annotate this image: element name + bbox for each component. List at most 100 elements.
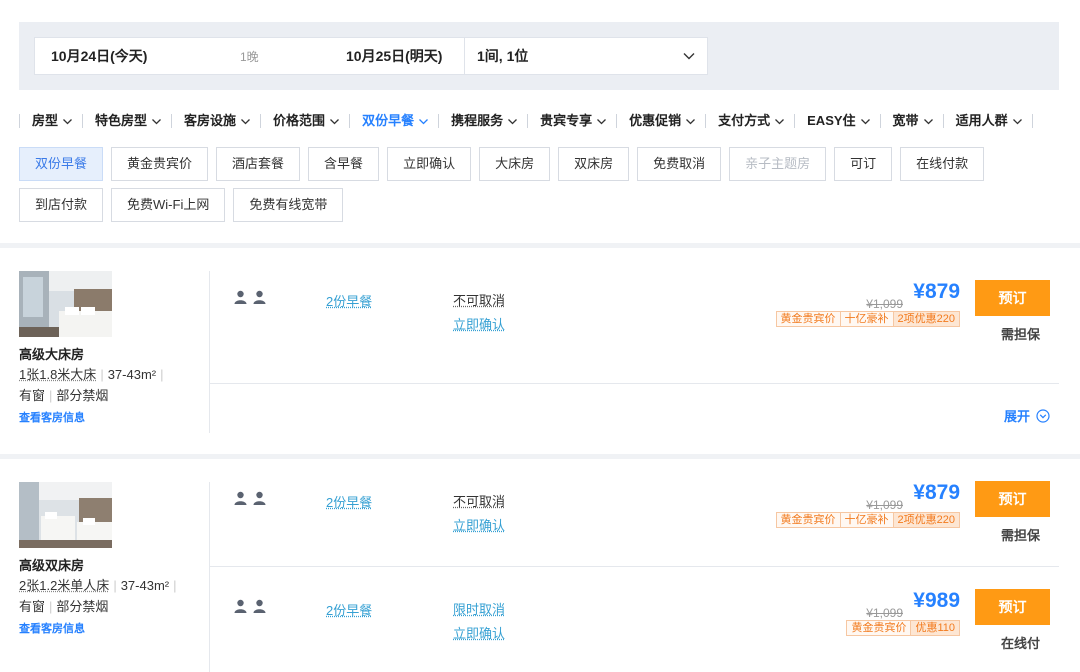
chevron-down-icon	[419, 118, 429, 124]
filter-tab[interactable]: 贵宾专享	[527, 114, 616, 128]
promo-badge[interactable]: 黄金贵宾价 优惠110	[846, 620, 960, 636]
filter-tag[interactable]: 立即确认	[387, 147, 472, 181]
chevron-down-icon	[330, 118, 340, 124]
smoking-info: 部分禁烟	[56, 599, 109, 614]
chevron-down-icon	[686, 118, 696, 124]
checkout-date[interactable]: 10月25日(明天)	[346, 46, 442, 66]
payment-note: 需担保	[1000, 528, 1040, 543]
filter-tab[interactable]: 价格范围	[260, 114, 349, 128]
smoking-info: 部分禁烟	[56, 388, 109, 403]
cancel-policy[interactable]: 不可取消	[453, 491, 505, 510]
promo-label: 黄金贵宾价	[847, 621, 911, 635]
filter-tag[interactable]: 免费取消	[637, 147, 722, 181]
filter-tab[interactable]: 优惠促销	[616, 114, 705, 128]
payment-note: 在线付	[1000, 636, 1040, 651]
filter-tag[interactable]: 大床房	[479, 147, 551, 181]
occupancy	[234, 599, 266, 613]
filter-label: 支付方式	[718, 113, 771, 128]
nights-count: 1晚	[240, 49, 259, 64]
filter-tag[interactable]: 双份早餐	[19, 147, 104, 181]
filter-tag[interactable]: 到店付款	[19, 188, 104, 222]
chevron-down-circle-icon	[1036, 408, 1050, 423]
filter-tab[interactable]: 客房设施	[171, 114, 260, 128]
breakfast-info[interactable]: 2份早餐	[326, 492, 372, 511]
book-button[interactable]: 预订	[975, 280, 1050, 316]
room-features: 有窗 | 部分禁烟	[19, 388, 109, 403]
window-info: 有窗	[19, 599, 46, 614]
room-name: 高级双床房	[19, 558, 85, 573]
person-icon	[253, 491, 266, 505]
divider	[464, 38, 465, 74]
promo-label: 十亿豪补	[839, 312, 893, 326]
filter-tab[interactable]: EASY住	[794, 114, 879, 128]
room-photo[interactable]	[19, 482, 112, 548]
filter-tab[interactable]: 特色房型	[82, 114, 171, 128]
filter-tab[interactable]: 支付方式	[705, 114, 794, 128]
book-button[interactable]: 预订	[975, 589, 1050, 625]
filter-tag[interactable]: 可订	[834, 147, 893, 181]
room-bed-area: 1张1.8米大床 | 37-43m² |	[19, 367, 164, 382]
promo-badge[interactable]: 黄金贵宾价 十亿豪补 2项优惠220	[775, 512, 960, 528]
filter-tag[interactable]: 含早餐	[308, 147, 380, 181]
filter-bar: 房型 特色房型 客房设施 价格范围 双份早餐 携程服务 贵宾专享 优惠促销 支付方式 EASY住 宽…	[19, 111, 1033, 131]
promo-badge[interactable]: 黄金贵宾价 十亿豪补 2项优惠220	[775, 311, 960, 327]
room-area: 37-43m²	[107, 367, 157, 382]
promo-label: 2项优惠220	[892, 312, 959, 326]
price: ¥879	[913, 280, 960, 303]
filter-tab[interactable]: 房型	[19, 114, 82, 128]
occupancy	[234, 290, 266, 304]
person-icon	[234, 290, 247, 304]
quick-filter-tags: 双份早餐 黄金贵宾价 酒店套餐 含早餐 立即确认 大床房 双床房 免费取消 亲子主题房 可订 在线付…	[19, 147, 1009, 222]
room-info-link[interactable]: 查看客房信息	[19, 409, 85, 425]
occupancy	[234, 491, 266, 505]
promo-label: 黄金贵宾价	[776, 513, 840, 527]
filter-separator	[1031, 114, 1033, 128]
room-area: 37-43m²	[120, 578, 170, 593]
promo-label: 2项优惠220	[892, 513, 959, 527]
chevron-down-icon	[241, 118, 251, 124]
rate-row: 2份早餐 不可取消 立即确认 ¥1,099 ¥879 黄金贵宾价 十亿豪补 2项…	[210, 280, 1059, 380]
filter-tab[interactable]: 宽带	[879, 113, 943, 128]
chevron-down-icon[interactable]	[682, 49, 696, 63]
filter-tag[interactable]: 双床房	[558, 147, 630, 181]
expand-label: 展开	[1003, 409, 1030, 424]
promo-label: 黄金贵宾价	[776, 312, 840, 326]
confirm-type[interactable]: 立即确认	[453, 623, 505, 642]
price: ¥989	[913, 589, 960, 612]
bed-type[interactable]: 2张1.2米单人床	[19, 578, 109, 593]
room-photo[interactable]	[19, 271, 112, 337]
filter-label: 适用人群	[955, 113, 1008, 128]
checkin-date[interactable]: 10月24日(今天)	[51, 46, 147, 66]
filter-tag[interactable]: 免费Wi-Fi上网	[111, 188, 226, 222]
filter-label: 价格范围	[273, 113, 326, 128]
divider	[210, 383, 1059, 384]
book-button[interactable]: 预订	[975, 481, 1050, 517]
expand-button[interactable]: 展开	[1004, 406, 1050, 425]
cancel-policy[interactable]: 限时取消	[453, 599, 505, 618]
promo-label: 优惠110	[910, 621, 959, 635]
room-features: 有窗 | 部分禁烟	[19, 599, 109, 614]
filter-tab[interactable]: 适用人群	[942, 113, 1032, 128]
expand-row: 展开	[210, 406, 1059, 426]
cancel-policy[interactable]: 不可取消	[453, 290, 505, 309]
filter-tag[interactable]: 酒店套餐	[216, 147, 301, 181]
filter-tab[interactable]: 携程服务	[438, 114, 527, 128]
person-icon	[234, 599, 247, 613]
filter-label: 携程服务	[451, 113, 504, 128]
filter-tag[interactable]: 在线付款	[900, 147, 985, 181]
guests-select[interactable]: 1间, 1位	[477, 46, 528, 66]
person-icon	[234, 491, 247, 505]
filter-label: 宽带	[892, 113, 919, 128]
confirm-type[interactable]: 立即确认	[453, 314, 505, 333]
filter-tag[interactable]: 免费有线宽带	[233, 188, 344, 222]
chevron-down-icon	[775, 118, 785, 124]
bed-type[interactable]: 1张1.8米大床	[19, 367, 96, 382]
filter-label: 双份早餐	[362, 113, 415, 128]
room-info-link[interactable]: 查看客房信息	[19, 620, 85, 636]
filter-tab[interactable]: 双份早餐	[349, 114, 438, 128]
breakfast-info[interactable]: 2份早餐	[326, 600, 372, 619]
breakfast-info[interactable]: 2份早餐	[326, 291, 372, 310]
promo-label: 十亿豪补	[839, 513, 893, 527]
filter-tag[interactable]: 黄金贵宾价	[111, 147, 209, 181]
confirm-type[interactable]: 立即确认	[453, 515, 505, 534]
